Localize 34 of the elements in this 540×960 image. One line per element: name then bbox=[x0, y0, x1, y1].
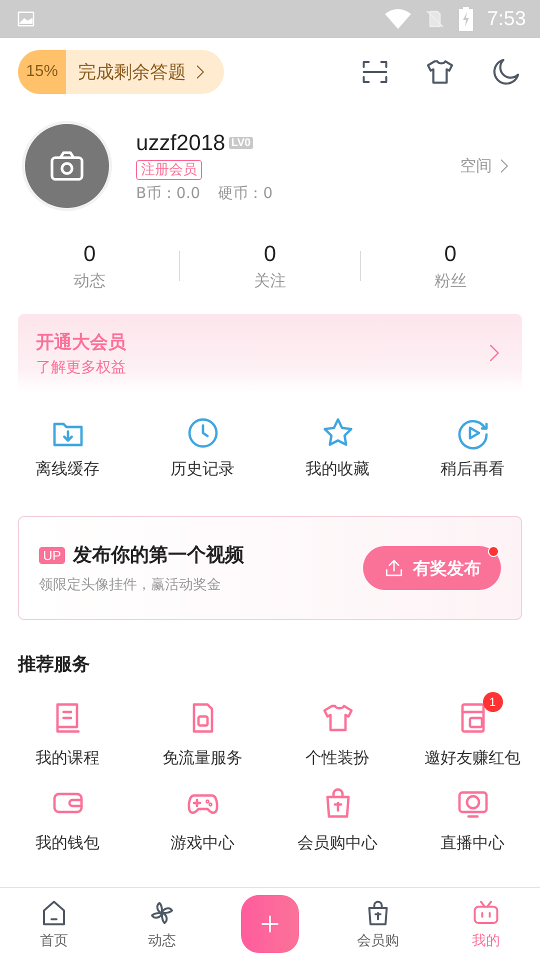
stat-count[interactable]: 0 bbox=[84, 240, 96, 266]
service-item[interactable]: 我的课程 bbox=[0, 690, 135, 769]
coin-balance: 硬币：0 bbox=[218, 184, 273, 202]
service-item[interactable]: 个性装扮 bbox=[270, 690, 405, 769]
add-button[interactable] bbox=[241, 895, 299, 953]
count-badge: 1 bbox=[482, 692, 502, 712]
card-title: 发布你的第一个视频 bbox=[73, 543, 244, 568]
stat-count[interactable]: 0 bbox=[264, 240, 276, 266]
no-sim-icon bbox=[425, 9, 446, 29]
quick-action[interactable]: 稍后再看 bbox=[405, 414, 540, 480]
username: uzzf2018 bbox=[136, 130, 226, 156]
quick-action[interactable]: 我的收藏 bbox=[270, 414, 405, 480]
nav-tab[interactable]: 会员购 bbox=[324, 898, 432, 950]
service-item[interactable]: 游戏中心 bbox=[135, 775, 270, 854]
nav-tab[interactable]: 首页 bbox=[0, 898, 108, 950]
image-icon bbox=[16, 9, 36, 29]
service-item[interactable]: 1 邀好友赚红包 bbox=[405, 690, 540, 769]
quick-action[interactable]: 历史记录 bbox=[135, 414, 270, 480]
up-badge: UP bbox=[39, 546, 66, 564]
wifi-icon bbox=[385, 8, 412, 30]
service-item[interactable]: 会员购中心 bbox=[270, 775, 405, 854]
b-coin-balance: B币：0.0 bbox=[136, 184, 200, 202]
member-tag: 注册会员 bbox=[136, 160, 202, 180]
battery-icon bbox=[459, 7, 474, 31]
card-subtitle: 领限定头像挂件，赢活动奖金 bbox=[39, 576, 222, 594]
section-title: 推荐服务 bbox=[16, 653, 91, 677]
service-item[interactable]: 我的钱包 bbox=[0, 775, 135, 854]
service-item[interactable]: 免流量服务 bbox=[135, 690, 270, 769]
stat-count[interactable]: 0 bbox=[444, 240, 456, 266]
upload-icon bbox=[383, 557, 405, 579]
service-item[interactable]: 直播中心 bbox=[405, 775, 540, 854]
quiz-progress-button[interactable]: 15% 完成剩余答题 bbox=[18, 50, 224, 94]
nav-tab[interactable]: 动态 bbox=[108, 898, 216, 950]
quick-action[interactable]: 离线缓存 bbox=[0, 414, 135, 480]
